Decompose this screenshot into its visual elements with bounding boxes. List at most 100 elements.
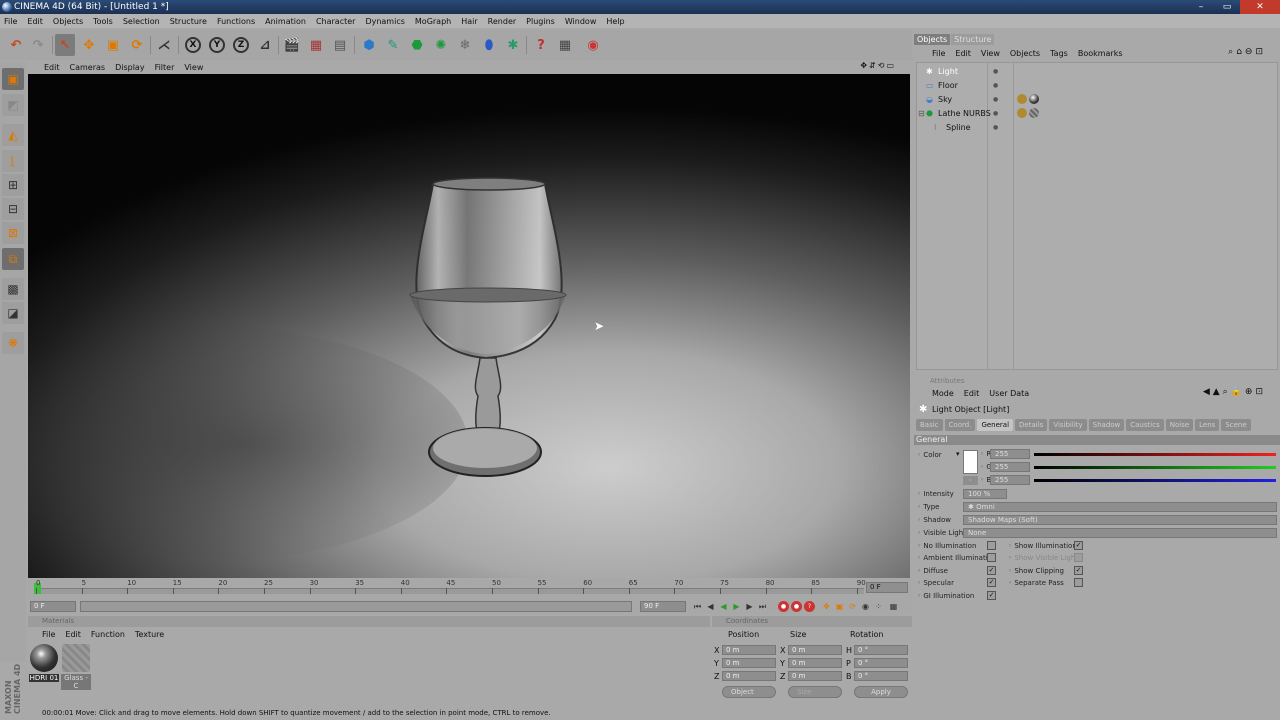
scale-key-icon[interactable]: ▣ <box>834 601 845 612</box>
scale-icon[interactable]: ▣ <box>103 34 123 56</box>
intensity-field[interactable]: 100 % <box>963 489 1007 499</box>
snap-icon[interactable]: ◪ <box>2 302 24 324</box>
menu-structure[interactable]: Structure <box>170 17 207 26</box>
size-y-field[interactable]: 0 m <box>788 658 842 668</box>
viewport-navigation-icons[interactable]: ✥⇵⟲▭ <box>860 61 896 70</box>
position-key-icon[interactable]: ✥ <box>821 601 832 612</box>
separate-pass-checkbox[interactable] <box>1074 578 1083 587</box>
tree-item-sky[interactable]: ◒ Sky ● <box>917 93 1277 106</box>
material-hdri-01-preview[interactable] <box>30 644 58 672</box>
layout-icon[interactable]: ▦ <box>555 34 575 56</box>
visibility-dots[interactable]: ● <box>993 93 1001 106</box>
polygons-mode-icon[interactable]: ⊠ <box>2 222 24 244</box>
use-model-mode-icon[interactable]: ▣ <box>2 68 24 90</box>
tree-item-light[interactable]: ✱ Light ● <box>917 65 1277 78</box>
coord-size-mode-dropdown[interactable]: Size <box>788 686 842 698</box>
move-icon[interactable]: ✥ <box>79 34 99 56</box>
current-frame-field[interactable]: 0 F <box>30 601 76 612</box>
no-illumination-checkbox[interactable] <box>987 541 996 550</box>
objects-search-home-icons[interactable]: ⌕⌂⊖⊡ <box>1228 47 1266 57</box>
objects-menu-edit[interactable]: Edit <box>955 49 971 58</box>
texture-mode-icon[interactable]: ◭ <box>2 124 24 146</box>
tab-noise[interactable]: Noise <box>1165 419 1194 431</box>
objects-menu-file[interactable]: File <box>932 49 945 58</box>
materials-menu-file[interactable]: File <box>42 630 55 639</box>
array-icon[interactable]: ✺ <box>431 34 451 56</box>
attributes-menu-mode[interactable]: Mode <box>932 389 954 398</box>
color-b-field[interactable]: 255 <box>990 475 1030 485</box>
viewport-menu-filter[interactable]: Filter <box>155 63 175 72</box>
minimize-button[interactable]: – <box>1188 0 1214 14</box>
show-clipping-checkbox[interactable] <box>1074 566 1083 575</box>
tab-scene[interactable]: Scene <box>1221 419 1251 431</box>
render-region-icon[interactable]: ◉ <box>583 34 603 56</box>
tree-item-lathe-nurbs[interactable]: ⊟ ⬣ Lathe NURBS ● <box>917 107 1277 120</box>
glass-material-tag-icon[interactable] <box>1029 108 1039 118</box>
specular-checkbox[interactable] <box>987 578 996 587</box>
x-axis-lock-icon[interactable]: X <box>183 34 203 56</box>
size-z-field[interactable]: 0 m <box>788 671 842 681</box>
color-g-field[interactable]: 255 <box>990 462 1030 472</box>
tab-shadow[interactable]: Shadow <box>1088 419 1125 431</box>
y-axis-lock-icon[interactable]: Y <box>207 34 227 56</box>
go-to-end-icon[interactable]: ⏭ <box>757 601 768 612</box>
camera-icon[interactable]: ⬮ <box>479 34 499 56</box>
diffuse-checkbox[interactable] <box>987 566 996 575</box>
menu-plugins[interactable]: Plugins <box>526 17 555 26</box>
position-x-field[interactable]: 0 m <box>722 645 776 655</box>
menu-mograph[interactable]: MoGraph <box>415 17 451 26</box>
tab-general[interactable]: General <box>977 419 1014 431</box>
menu-help[interactable]: Help <box>606 17 624 26</box>
show-visible-light-checkbox[interactable] <box>1074 553 1083 562</box>
tab-objects[interactable]: Objects <box>914 34 951 45</box>
color-r-field[interactable]: 255 <box>990 449 1030 459</box>
live-selection-icon[interactable]: ↖ <box>55 34 75 56</box>
coordinate-system-icon[interactable]: ⊿ <box>255 34 275 56</box>
next-key-icon[interactable]: ▶ <box>744 601 755 612</box>
menu-hair[interactable]: Hair <box>461 17 477 26</box>
materials-menu-function[interactable]: Function <box>91 630 125 639</box>
tab-coord[interactable]: Coord. <box>944 419 976 431</box>
undo-icon[interactable]: ↶ <box>6 34 26 56</box>
nurbs-icon[interactable]: ⬣ <box>407 34 427 56</box>
help-icon[interactable]: ? <box>531 34 551 56</box>
workplane-icon[interactable]: ▩ <box>2 278 24 300</box>
attributes-menu-edit[interactable]: Edit <box>964 389 980 398</box>
objects-menu-tags[interactable]: Tags <box>1050 49 1068 58</box>
use-object-mode-icon[interactable]: ◩ <box>2 94 24 116</box>
max-frame-field[interactable]: 90 F <box>640 601 686 612</box>
menu-edit[interactable]: Edit <box>27 17 43 26</box>
visibility-dots[interactable]: ● <box>993 65 1001 78</box>
size-x-field[interactable]: 0 m <box>788 645 842 655</box>
color-picker-icon[interactable]: ◦ <box>963 476 978 485</box>
menu-character[interactable]: Character <box>316 17 356 26</box>
objects-menu-objects[interactable]: Objects <box>1010 49 1040 58</box>
tree-item-spline[interactable]: ⁝ Spline ● <box>917 121 1277 134</box>
ambient-illumination-checkbox[interactable] <box>987 553 996 562</box>
sculpt-icon[interactable]: ❋ <box>2 332 24 354</box>
color-b-slider[interactable] <box>1034 479 1276 482</box>
light-icon[interactable]: ✱ <box>503 34 523 56</box>
rotation-h-field[interactable]: 0 ° <box>854 645 908 655</box>
objects-menu-view[interactable]: View <box>981 49 1000 58</box>
material-hdri-01-label[interactable]: HDRI 01 <box>29 674 59 682</box>
type-dropdown[interactable]: ✱ Omni <box>963 502 1277 512</box>
render-view-icon[interactable]: 🎬 <box>282 34 302 56</box>
shadow-dropdown[interactable]: Shadow Maps (Soft) <box>963 515 1277 525</box>
rotation-b-field[interactable]: 0 ° <box>854 671 908 681</box>
menu-file[interactable]: File <box>4 17 17 26</box>
tab-basic[interactable]: Basic <box>916 419 943 431</box>
menu-animation[interactable]: Animation <box>265 17 306 26</box>
render-settings-icon[interactable]: ▤ <box>330 34 350 56</box>
menu-dynamics[interactable]: Dynamics <box>365 17 404 26</box>
redo-icon[interactable]: ↷ <box>28 34 48 56</box>
visibility-dots[interactable]: ● <box>993 121 1001 134</box>
viewport-menu-edit[interactable]: Edit <box>44 63 60 72</box>
coord-mode-dropdown[interactable]: Object <box>722 686 776 698</box>
hdri-material-tag-icon[interactable] <box>1029 94 1039 104</box>
point-level-animation-icon[interactable]: ⁘ <box>873 601 884 612</box>
tree-item-floor[interactable]: ▭ Floor ● <box>917 79 1277 92</box>
rotate-icon[interactable]: ⟳ <box>127 34 147 56</box>
cube-primitive-icon[interactable]: ⬢ <box>359 34 379 56</box>
keyframe-selection-icon[interactable]: ? <box>804 601 815 612</box>
